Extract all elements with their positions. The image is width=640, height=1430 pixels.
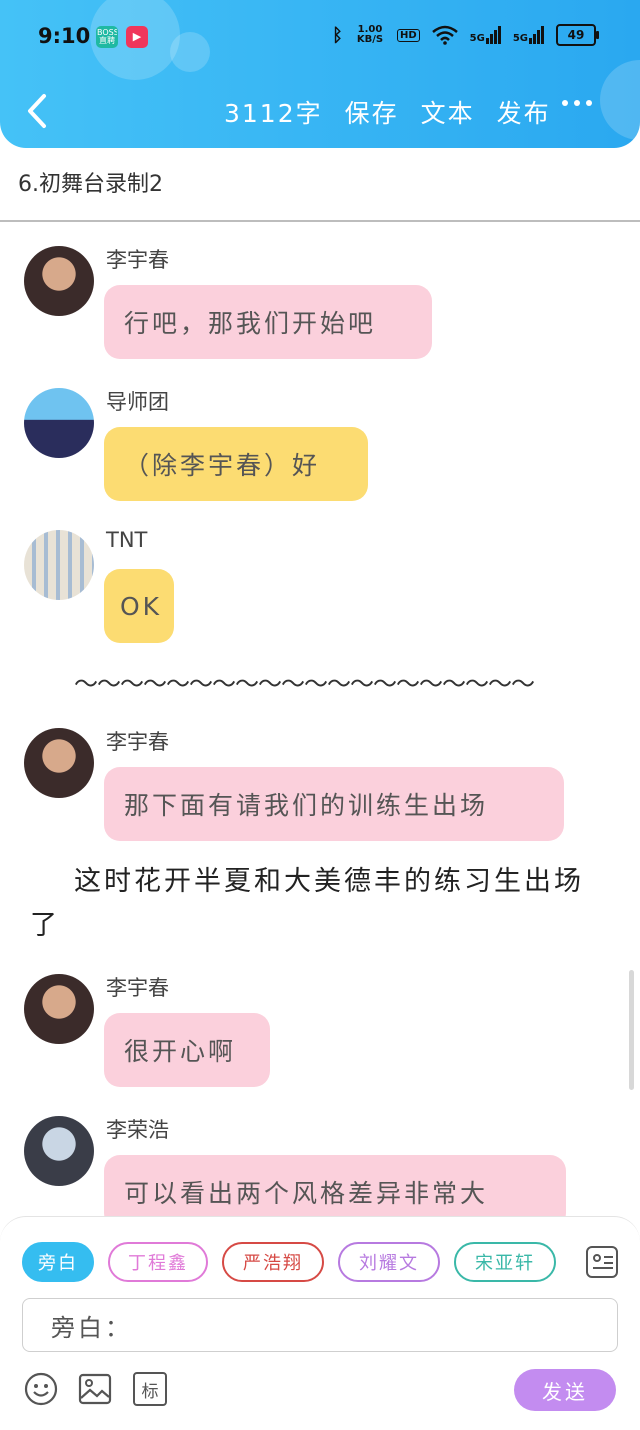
section-divider: ～～～～～～～～～～～～～～～～～～～～ xyxy=(74,670,535,698)
status-time: 9:10 xyxy=(38,24,91,48)
signal-5g-label: 5G xyxy=(512,33,528,44)
sender-name: TNT xyxy=(106,528,148,552)
more-icon[interactable] xyxy=(562,100,592,106)
video-app-icon: ▶ xyxy=(126,26,148,48)
message-bubble: （除李宇春）好 xyxy=(104,427,368,501)
text-button[interactable]: 文本 xyxy=(421,94,475,130)
back-arrow-icon[interactable] xyxy=(22,92,56,130)
boss-app-label: BOSS 直聘 xyxy=(97,29,117,45)
header-decoration xyxy=(170,32,210,72)
avatar xyxy=(24,728,94,798)
hd-badge: HD xyxy=(396,28,420,42)
battery-level: 49 xyxy=(567,28,585,42)
sender-name: 李宇春 xyxy=(106,976,169,1000)
avatar xyxy=(24,388,94,458)
mark-button[interactable]: 标 xyxy=(133,1372,167,1406)
sender-name: 李荣浩 xyxy=(106,1118,169,1142)
message-bubble: 那下面有请我们的训练生出场 xyxy=(104,767,564,841)
status-icons: ᛒ 1.00 KB/S HD 5G 5G 49 xyxy=(332,24,599,46)
message-bubble: 很开心啊 xyxy=(104,1013,270,1087)
role-chip[interactable]: 严浩翔 xyxy=(222,1242,324,1282)
publish-button[interactable]: 发布 xyxy=(497,94,551,130)
boss-app-icon: BOSS 直聘 xyxy=(96,26,118,48)
role-chip-list: 旁白 丁程鑫 严浩翔 刘耀文 宋亚轩 xyxy=(22,1242,556,1282)
avatar xyxy=(24,530,94,600)
sender-name: 李宇春 xyxy=(106,730,169,754)
role-chip[interactable]: 宋亚轩 xyxy=(454,1242,556,1282)
signal-5g-icon: 5G xyxy=(513,26,544,44)
top-bar: 9:10 BOSS 直聘 ▶ ᛒ 1.00 KB/S HD 5G 5G 49 3… xyxy=(0,0,640,148)
avatar xyxy=(24,1116,94,1186)
save-button[interactable]: 保存 xyxy=(345,94,399,130)
role-chip-narrator[interactable]: 旁白 xyxy=(22,1242,94,1282)
avatar xyxy=(24,246,94,316)
mark-label: 标 xyxy=(141,1381,159,1402)
header-decoration xyxy=(600,60,640,140)
avatar xyxy=(24,974,94,1044)
image-icon[interactable] xyxy=(78,1372,112,1406)
smiley-icon[interactable] xyxy=(24,1372,58,1406)
scrollbar[interactable] xyxy=(629,970,634,1090)
role-chip[interactable]: 刘耀文 xyxy=(338,1242,440,1282)
contact-card-icon[interactable] xyxy=(586,1246,618,1278)
sender-name: 李宇春 xyxy=(106,248,169,272)
message-bubble: OK xyxy=(104,569,174,643)
wifi-icon xyxy=(431,25,458,45)
signal-5g-label: 5G xyxy=(469,33,485,44)
role-chip[interactable]: 丁程鑫 xyxy=(108,1242,208,1282)
chapter-title[interactable]: 6.初舞台录制2 xyxy=(18,166,163,198)
message-bubble: 行吧，那我们开始吧 xyxy=(104,285,432,359)
editor-toolbar: 3112字 保存 文本 发布 xyxy=(224,94,551,130)
signal-5g-icon: 5G xyxy=(470,26,501,44)
divider-line xyxy=(0,220,640,222)
sender-name: 导师团 xyxy=(106,390,169,414)
narration-text[interactable]: 这时花开半夏和大美德丰的练习生出场了 xyxy=(30,860,610,948)
network-speed: 1.00 KB/S xyxy=(356,24,384,45)
battery-icon: 49 xyxy=(556,24,599,46)
word-count: 3112字 xyxy=(224,99,323,128)
message-input[interactable]: 旁白： xyxy=(22,1298,618,1352)
bluetooth-icon: ᛒ xyxy=(332,24,343,46)
send-button[interactable]: 发送 xyxy=(514,1369,616,1411)
